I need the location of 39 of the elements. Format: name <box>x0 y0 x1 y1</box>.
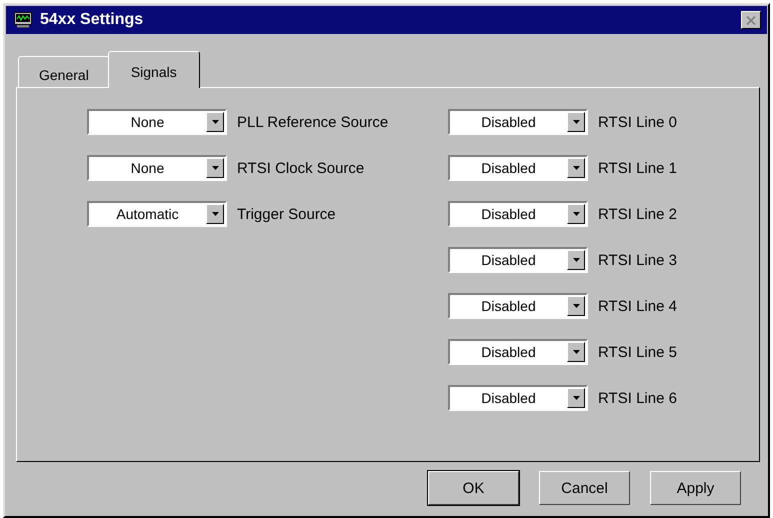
setting-label: RTSI Line 6 <box>598 390 677 406</box>
dropdown[interactable]: Disabled <box>448 385 588 411</box>
dialog-button[interactable]: Cancel <box>539 471 630 505</box>
window-title: 54xx Settings <box>40 11 144 29</box>
caret-icon <box>572 396 580 400</box>
caret-icon <box>572 120 580 124</box>
dropdown[interactable]: Disabled <box>448 155 588 181</box>
setting-label: RTSI Line 3 <box>598 252 677 268</box>
setting-label: RTSI Line 0 <box>598 114 677 130</box>
setting-label: RTSI Line 2 <box>598 206 677 222</box>
dropdown[interactable]: Disabled <box>448 109 588 135</box>
dialog-button[interactable]: Apply <box>650 471 741 505</box>
caret-icon <box>212 212 218 216</box>
setting-label: Trigger Source <box>237 206 336 222</box>
dropdown[interactable]: Disabled <box>448 293 588 319</box>
dropdown[interactable]: Automatic <box>87 201 227 227</box>
dropdown[interactable]: Disabled <box>448 201 588 227</box>
setting-label: RTSI Line 5 <box>598 344 677 360</box>
dropdown[interactable]: Disabled <box>448 339 588 365</box>
tab[interactable]: Signals <box>108 51 200 88</box>
caret-icon <box>572 304 580 308</box>
close-button[interactable] <box>741 11 761 29</box>
caret-icon <box>572 350 580 354</box>
caret-icon <box>572 258 580 262</box>
close-icon <box>746 16 756 24</box>
setting-label: RTSI Clock Source <box>237 160 364 176</box>
caret-icon <box>212 166 218 170</box>
tab[interactable]: General <box>18 56 110 87</box>
setting-label: RTSI Line 4 <box>598 298 677 314</box>
caret-icon <box>212 120 218 124</box>
dropdown[interactable]: Disabled <box>448 247 588 273</box>
dialog-button[interactable]: OK <box>428 471 519 505</box>
dropdown[interactable]: None <box>87 109 227 135</box>
monitor-icon <box>14 12 32 28</box>
caret-icon <box>572 166 580 170</box>
setting-label: PLL Reference Source <box>237 114 388 130</box>
caret-icon <box>572 212 580 216</box>
setting-label: RTSI Line 1 <box>598 160 677 176</box>
dropdown[interactable]: None <box>87 155 227 181</box>
